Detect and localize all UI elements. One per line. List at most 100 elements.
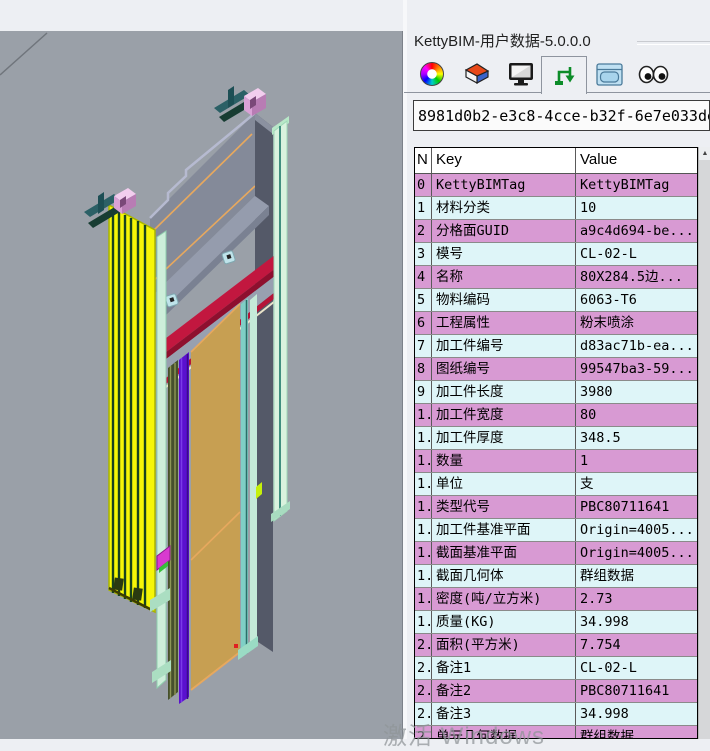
table-row[interactable]: 8图纸编号99547ba3-59... [415,358,697,381]
cell-value: 34.998 [576,703,697,725]
table-row[interactable]: 2.备注2PBC80711641 [415,680,697,703]
table-row[interactable]: 1.密度(吨/立方米)2.73 [415,588,697,611]
vertical-scrollbar[interactable]: ▲ [698,147,710,739]
table-row[interactable]: 2.面积(平方米)7.754 [415,634,697,657]
cell-value: PBC80711641 [576,680,697,702]
app-window: { "window": { "title": "KettyBIM-用户数据-5.… [0,0,710,739]
table-row[interactable]: 9加工件长度3980 [415,381,697,404]
cell-value: a9c4d694-be... [576,220,697,242]
table-row[interactable]: 1.加工件基准平面Origin=4005... [415,519,697,542]
color-wheel-icon[interactable] [416,59,448,89]
axis-line [0,33,47,75]
cell-value: CL-02-L [576,657,697,679]
strip-purple [179,352,189,704]
cell-n: 3 [415,243,432,265]
eyes-glyph [638,65,669,84]
insert-data-icon[interactable] [549,59,581,89]
cell-value: 7.754 [576,634,697,656]
table-header: N Key Value [415,148,697,174]
cell-n: 2. [415,634,432,656]
cell-key: 截面基准平面 [432,542,576,564]
table-row[interactable]: 1.加工件厚度348.5 [415,427,697,450]
cell-n: 6 [415,312,432,334]
cell-n: 4 [415,266,432,288]
table-row[interactable]: 7加工件编号d83ac71b-ea... [415,335,697,358]
table-row[interactable]: 2.备注1CL-02-L [415,657,697,680]
cell-value: 群组数据 [576,726,697,739]
insert-data-glyph [553,61,577,87]
table-row[interactable]: 6工程属性粉末喷涂 [415,312,697,335]
cell-value: 80X284.5边... [576,266,697,288]
pie-slice-icon[interactable] [460,59,492,89]
cell-key: 加工件长度 [432,381,576,403]
cell-n: 2 [415,220,432,242]
cell-key: 备注2 [432,680,576,702]
cell-key: 加工件宽度 [432,404,576,426]
splitter[interactable] [403,0,407,739]
cell-value: 1 [576,450,697,472]
cell-key: 备注1 [432,657,576,679]
cell-n: 1 [415,197,432,219]
cell-value: KettyBIMTag [576,174,697,196]
table-row[interactable]: 5物料编码6063-T6 [415,289,697,312]
cell-key: 数量 [432,450,576,472]
cell-key: 加工件厚度 [432,427,576,449]
cell-n: 9 [415,381,432,403]
table-row[interactable]: 1.单位支 [415,473,697,496]
cell-key: 截面几何体 [432,565,576,587]
cell-value: 支 [576,473,697,495]
monitor-glyph [508,62,534,87]
cell-value: 3980 [576,381,697,403]
guid-input[interactable] [413,100,710,131]
cell-n: 2. [415,680,432,702]
table-row[interactable]: 1.截面几何体群组数据 [415,565,697,588]
cell-key: 工程属性 [432,312,576,334]
cell-value: Origin=4005... [576,519,697,541]
cell-key: 加工件基准平面 [432,519,576,541]
cell-value: CL-02-L [576,243,697,265]
scrollbar-up-icon[interactable]: ▲ [699,147,710,160]
viewport-3d[interactable] [0,31,403,739]
cell-value: 34.998 [576,611,697,633]
cell-key: 模号 [432,243,576,265]
cell-n: 1. [415,542,432,564]
toolbar-divider [586,92,710,93]
activate-windows-watermark: 激活 Windows [383,716,545,751]
window-icon[interactable] [593,59,625,89]
table-row[interactable]: 1.截面基准平面Origin=4005... [415,542,697,565]
model-3d-curtainwall-profile [0,31,402,739]
table-row[interactable]: 4名称80X284.5边... [415,266,697,289]
mullion-right [271,116,290,522]
table-row[interactable]: 1材料分类10 [415,197,697,220]
cell-key: 分格面GUID [432,220,576,242]
cell-value: 粉末喷涂 [576,312,697,334]
cell-n: 8 [415,358,432,380]
eyes-icon[interactable] [637,59,669,89]
table-row[interactable]: 1.质量(KG)34.998 [415,611,697,634]
table-row[interactable]: 1.加工件宽度80 [415,404,697,427]
cell-n: 2. [415,657,432,679]
kv-table: N Key Value 0KettyBIMTagKettyBIMTag1材料分类… [414,147,698,739]
cell-value: 99547ba3-59... [576,358,697,380]
title-groove-line [637,41,710,45]
cell-value: 2.73 [576,588,697,610]
cell-n: 1. [415,496,432,518]
table-row[interactable]: 0KettyBIMTagKettyBIMTag [415,174,697,197]
table-row[interactable]: 2分格面GUIDa9c4d694-be... [415,220,697,243]
cell-value: 348.5 [576,427,697,449]
cell-n: 1. [415,473,432,495]
table-row[interactable]: 1.数量1 [415,450,697,473]
header-value: Value [576,148,697,173]
cell-n: 1. [415,588,432,610]
table-row[interactable]: 3模号CL-02-L [415,243,697,266]
table-row[interactable]: 1.类型代号PBC80711641 [415,496,697,519]
cell-key: KettyBIMTag [432,174,576,196]
header-key: Key [432,148,576,173]
cell-key: 名称 [432,266,576,288]
cell-value: PBC80711641 [576,496,697,518]
cell-key: 材料分类 [432,197,576,219]
panel-title: KettyBIM-用户数据-5.0.0.0 [414,30,591,51]
header-n: N [415,148,432,173]
profile-yellow [109,205,155,612]
monitor-icon[interactable] [505,59,537,89]
